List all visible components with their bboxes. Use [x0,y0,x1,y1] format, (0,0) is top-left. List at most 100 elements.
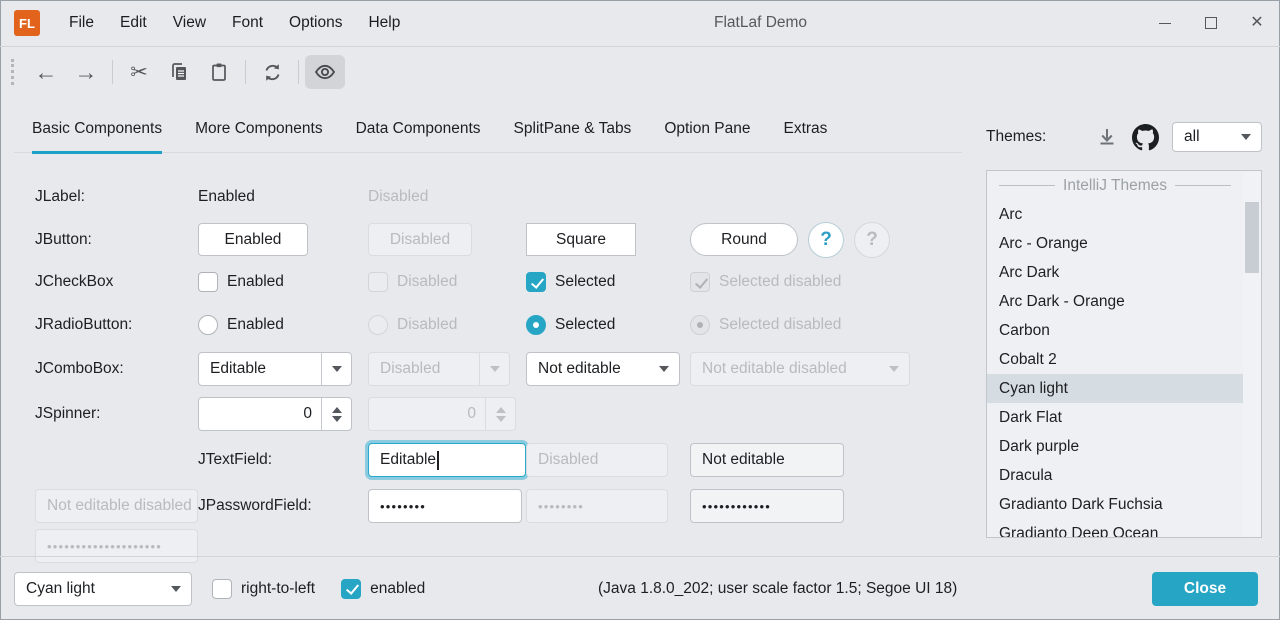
download-theme-button[interactable] [1092,122,1122,152]
close-icon: ✕ [1250,15,1263,31]
jlabel-enabled: Enabled [198,188,368,206]
radio-selected-disabled: Selected disabled [690,315,910,335]
theme-item-gradianto-dark-fuchsia[interactable]: Gradianto Dark Fuchsia [987,490,1243,519]
close-app-button[interactable]: Close [1152,572,1258,606]
checkbox-enabled[interactable]: Enabled [198,272,368,292]
spinner-down-icon [332,416,342,422]
menu-font[interactable]: Font [219,9,276,37]
paste-button[interactable] [199,55,239,89]
checkbox-icon [198,272,218,292]
spinner-buttons[interactable] [321,398,351,430]
theme-filter-combobox[interactable]: all [1172,122,1262,152]
row-label-jbutton: JButton: [35,231,198,249]
checkbox-disabled: Disabled [368,272,526,292]
forward-icon: → [75,61,98,84]
combobox-not-editable[interactable]: Not editable [526,352,680,386]
cut-button[interactable]: ✂ [119,55,159,89]
themes-scrollbar-track[interactable] [1243,171,1261,537]
combobox-editable[interactable]: Editable [198,352,352,386]
radio-icon [198,315,218,335]
jbutton-round[interactable]: Round [690,223,798,256]
toolbar-drag-handle[interactable] [11,59,14,85]
help-button[interactable]: ? [808,222,844,258]
back-button[interactable]: ← [26,55,66,89]
theme-item-gradianto-deep-ocean[interactable]: Gradianto Deep Ocean [987,519,1243,538]
row-label-jspinner: JSpinner: [35,405,198,423]
themes-scrollbar-thumb[interactable] [1245,202,1259,273]
combo-arrow-button[interactable] [321,353,351,385]
right-to-left-checkbox[interactable]: right-to-left [212,579,315,599]
menu-help[interactable]: Help [355,9,413,37]
refresh-button[interactable] [252,55,292,89]
row-label-jcombobox: JComboBox: [35,360,198,378]
theme-item-dark-purple[interactable]: Dark purple [987,432,1243,461]
menu-edit[interactable]: Edit [107,9,160,37]
radio-disabled: Disabled [368,315,526,335]
paste-icon [209,62,229,82]
theme-item-dark-flat[interactable]: Dark Flat [987,403,1243,432]
passwordfield-disabled: •••••••• [526,489,668,523]
github-icon [1132,124,1159,151]
close-button[interactable]: ✕ [1234,0,1280,46]
radio-icon [368,315,388,335]
textfield-editable[interactable]: Editable [368,443,526,477]
chevron-down-icon [889,366,899,372]
show-hidden-toggle-button[interactable] [305,55,345,89]
maximize-button[interactable] [1188,0,1234,46]
download-icon [1096,126,1118,148]
combobox-disabled: Disabled [368,352,510,386]
tab-basic-components[interactable]: Basic Components [32,120,162,154]
theme-item-cobalt-2[interactable]: Cobalt 2 [987,345,1243,374]
radio-checked-icon [526,315,546,335]
spinner-disabled: 0 [368,397,516,431]
combobox-not-editable-disabled: Not editable disabled [690,352,910,386]
row-label-jcheckbox: JCheckBox [35,273,198,291]
theme-item-cyan-light[interactable]: Cyan light [987,374,1243,403]
menu-options[interactable]: Options [276,9,355,37]
spinner-up-icon [496,407,506,413]
spinner[interactable]: 0 [198,397,352,431]
theme-item-dracula[interactable]: Dracula [987,461,1243,490]
passwordfield-not-editable[interactable]: •••••••••••• [690,489,844,523]
theme-item-arc[interactable]: Arc [987,200,1243,229]
tab-extras[interactable]: Extras [784,120,828,154]
menu-file[interactable]: File [56,9,107,37]
jbutton-disabled: Disabled [368,223,472,256]
jbutton-square[interactable]: Square [526,223,636,256]
main-content: Basic Components More Components Data Co… [0,96,1280,556]
toolbar-separator [112,60,113,84]
tabstrip: Basic Components More Components Data Co… [14,120,962,153]
checkbox-selected[interactable]: Selected [526,272,690,292]
back-icon: ← [35,61,58,84]
forward-button[interactable]: → [66,55,106,89]
textfield-not-editable[interactable]: Not editable [690,443,844,477]
titlebar: FL File Edit View Font Options Help Flat… [0,0,1280,47]
look-and-feel-combobox[interactable]: Cyan light [14,572,192,606]
radio-selected[interactable]: Selected [526,315,690,335]
theme-item-arc-dark[interactable]: Arc Dark [987,258,1243,287]
themes-group-header: IntelliJ Themes [987,171,1243,200]
theme-item-arc-dark-orange[interactable]: Arc Dark - Orange [987,287,1243,316]
minimize-icon [1159,23,1171,24]
jbutton-enabled[interactable]: Enabled [198,223,308,256]
copy-button[interactable] [159,55,199,89]
menu-view[interactable]: View [160,9,219,37]
themes-label: Themes: [986,128,1046,146]
refresh-icon [262,62,283,83]
theme-item-carbon[interactable]: Carbon [987,316,1243,345]
app-logo-icon: FL [14,10,40,36]
themes-list: IntelliJ Themes Arc Arc - Orange Arc Dar… [986,170,1262,538]
enabled-checkbox[interactable]: enabled [341,579,425,599]
text-caret [437,451,439,470]
chevron-down-icon [490,366,500,372]
passwordfield-enabled[interactable]: •••••••• [368,489,522,523]
tab-more-components[interactable]: More Components [195,120,323,154]
github-link-button[interactable] [1130,122,1160,152]
tab-splitpane-tabs[interactable]: SplitPane & Tabs [514,120,632,154]
tab-option-pane[interactable]: Option Pane [664,120,750,154]
minimize-button[interactable] [1142,0,1188,46]
radio-enabled[interactable]: Enabled [198,315,368,335]
tab-data-components[interactable]: Data Components [356,120,481,154]
theme-item-arc-orange[interactable]: Arc - Orange [987,229,1243,258]
textfield-not-editable-disabled: Not editable disabled [35,489,198,523]
